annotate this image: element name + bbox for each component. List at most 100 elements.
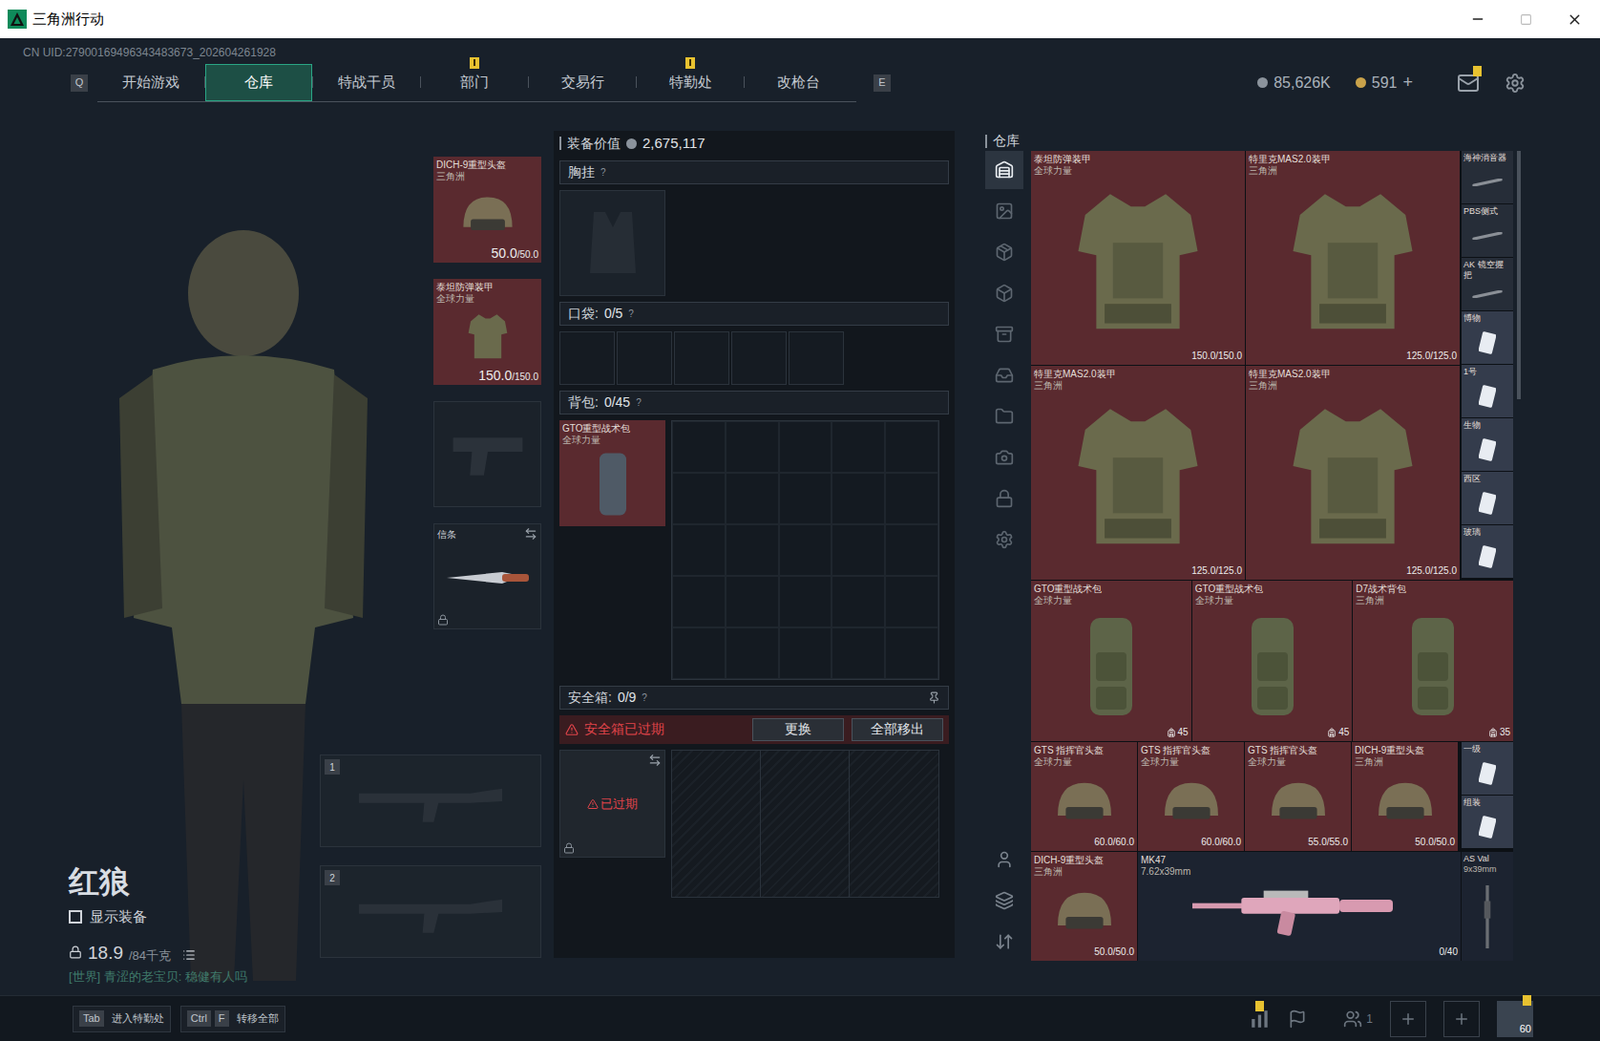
pin-icon[interactable] (927, 691, 941, 704)
invite-slot[interactable] (1443, 1000, 1480, 1037)
grid-cell[interactable] (725, 524, 779, 576)
sidebar-tab[interactable] (985, 922, 1024, 961)
grid-cell[interactable] (884, 421, 939, 473)
grid-cell[interactable] (725, 421, 779, 473)
pocket-slot[interactable] (616, 331, 673, 385)
backpack-slot[interactable]: GTO重型战术包全球力量 (559, 420, 666, 527)
minimize-icon[interactable] (1470, 11, 1486, 27)
warehouse-item[interactable]: 海神消音器 (1461, 150, 1514, 204)
warehouse-item[interactable]: 生物 (1461, 418, 1514, 471)
help-icon[interactable]: ? (635, 395, 642, 410)
grid-cell[interactable] (831, 421, 885, 473)
grid-cell[interactable] (831, 472, 885, 525)
grid-cell[interactable] (725, 472, 779, 525)
pocket-slot[interactable] (731, 331, 787, 385)
nav-tab[interactable]: 仓库 (205, 63, 313, 102)
grid-cell[interactable] (725, 627, 779, 679)
warehouse-item[interactable]: 玻璃 (1461, 525, 1514, 578)
grid-cell[interactable] (831, 627, 885, 679)
safebox-slot[interactable]: 已过期 (559, 749, 666, 858)
list-icon[interactable] (182, 947, 196, 962)
warehouse-item[interactable]: GTS 指挥官头盔全球力量55.0/55.0 (1244, 741, 1351, 851)
grid-cell[interactable] (778, 575, 833, 628)
warehouse-item[interactable]: AK 镜空握把 (1461, 257, 1514, 311)
nav-tab[interactable]: 部门 (421, 63, 528, 102)
sidebar-tab[interactable] (985, 150, 1024, 190)
warehouse-item[interactable]: 特里克MAS2.0装甲三角洲125.0/125.0 (1245, 150, 1460, 365)
nav-tab[interactable]: 特勤处 (636, 63, 744, 102)
pocket-slot[interactable] (673, 331, 730, 385)
stats-icon[interactable] (1249, 1008, 1271, 1030)
warehouse-item[interactable]: 西区 (1461, 471, 1514, 525)
warehouse-item[interactable]: PBS侧式 (1461, 204, 1514, 257)
melee-slot[interactable]: 信条 (433, 523, 542, 630)
squad-button[interactable]: 1 (1343, 1009, 1373, 1029)
sidebar-tab[interactable] (985, 397, 1024, 436)
sidebar-tab[interactable] (985, 438, 1024, 477)
flag-icon[interactable] (1287, 1009, 1307, 1029)
weapon-slot[interactable]: 2 (319, 864, 542, 958)
key-hint-button[interactable]: Tab进入特勤处 (72, 1005, 171, 1032)
sidebar-tab[interactable] (985, 191, 1024, 231)
sidebar-tab[interactable] (985, 479, 1024, 518)
warehouse-item[interactable]: D7战术背包三角洲35 (1352, 580, 1514, 741)
pistol-slot[interactable] (433, 400, 542, 507)
warehouse-item[interactable]: MK477.62x39mm0/40 (1137, 851, 1461, 961)
safebox-button[interactable]: 更换 (752, 717, 844, 741)
close-icon[interactable] (1566, 11, 1583, 28)
sidebar-tab[interactable] (985, 520, 1024, 559)
grid-cell[interactable] (831, 575, 885, 628)
settings-icon[interactable] (1504, 72, 1526, 94)
sidebar-tab[interactable] (985, 315, 1024, 354)
sidebar-tab[interactable] (985, 273, 1024, 313)
sidebar-tab[interactable] (985, 881, 1024, 920)
scrollbar[interactable] (1516, 150, 1521, 400)
chest-rig-slot[interactable] (559, 189, 666, 296)
safebox-button[interactable]: 全部移出 (851, 717, 944, 741)
grid-cell[interactable] (884, 575, 939, 628)
pocket-slot[interactable] (559, 331, 615, 385)
swap-icon[interactable] (648, 753, 662, 767)
key-hint-button[interactable]: CtrlF转移全部 (180, 1005, 286, 1032)
grid-cell[interactable] (831, 524, 885, 576)
maximize-icon[interactable] (1519, 13, 1533, 26)
grid-cell[interactable] (672, 472, 726, 525)
warehouse-item[interactable]: DICH-9重型头盔三角洲50.0/50.0 (1351, 741, 1458, 851)
warehouse-item[interactable]: GTS 指挥官头盔全球力量60.0/60.0 (1137, 741, 1244, 851)
warehouse-item[interactable]: GTO重型战术包全球力量45 (1192, 580, 1353, 741)
armor-slot[interactable]: 泰坦防弹装甲全球力量150.0/150.0 (433, 278, 542, 385)
warehouse-item[interactable]: 泰坦防弹装甲全球力量150.0/150.0 (1031, 150, 1245, 365)
invite-slot[interactable] (1389, 1000, 1427, 1037)
grid-cell[interactable] (884, 524, 939, 576)
warehouse-item[interactable]: 组装 (1461, 795, 1514, 848)
nav-tab[interactable]: 改枪台 (744, 63, 852, 102)
helmet-slot[interactable]: DICH-9重型头盔三角洲50.0/50.0 (433, 156, 542, 263)
warehouse-item[interactable]: 特里克MAS2.0装甲三角洲125.0/125.0 (1031, 365, 1245, 580)
grid-cell[interactable] (778, 627, 833, 679)
grid-cell[interactable] (672, 421, 726, 473)
warehouse-item[interactable]: GTO重型战术包全球力量45 (1031, 580, 1192, 741)
player-avatar[interactable]: 60 (1496, 1000, 1534, 1037)
nav-tab[interactable]: 开始游戏 (97, 63, 205, 102)
grid-cell[interactable] (884, 472, 939, 525)
warehouse-item[interactable]: 博物 (1461, 311, 1514, 364)
grid-cell[interactable] (778, 524, 833, 576)
warehouse-item[interactable]: 特里克MAS2.0装甲三角洲125.0/125.0 (1245, 365, 1460, 580)
nav-tab[interactable]: 交易行 (528, 63, 636, 102)
grid-cell[interactable] (778, 472, 833, 525)
warehouse-item[interactable]: DICH-9重型头盔三角洲50.0/50.0 (1031, 851, 1137, 961)
warehouse-item[interactable]: 1号 (1461, 364, 1514, 418)
grid-cell[interactable] (672, 524, 726, 576)
grid-cell[interactable] (778, 421, 833, 473)
help-icon[interactable]: ? (641, 690, 648, 705)
add-currency-button[interactable]: + (1402, 69, 1413, 96)
swap-icon[interactable] (524, 526, 538, 541)
sidebar-tab[interactable] (985, 356, 1024, 395)
grid-cell[interactable] (672, 627, 726, 679)
help-icon[interactable]: ? (628, 306, 634, 321)
help-icon[interactable]: ? (600, 165, 607, 180)
grid-cell[interactable] (725, 575, 779, 628)
pocket-slot[interactable] (788, 331, 844, 385)
sidebar-tab[interactable] (985, 840, 1024, 879)
warehouse-item[interactable]: AS Val9x39mm (1461, 851, 1514, 961)
